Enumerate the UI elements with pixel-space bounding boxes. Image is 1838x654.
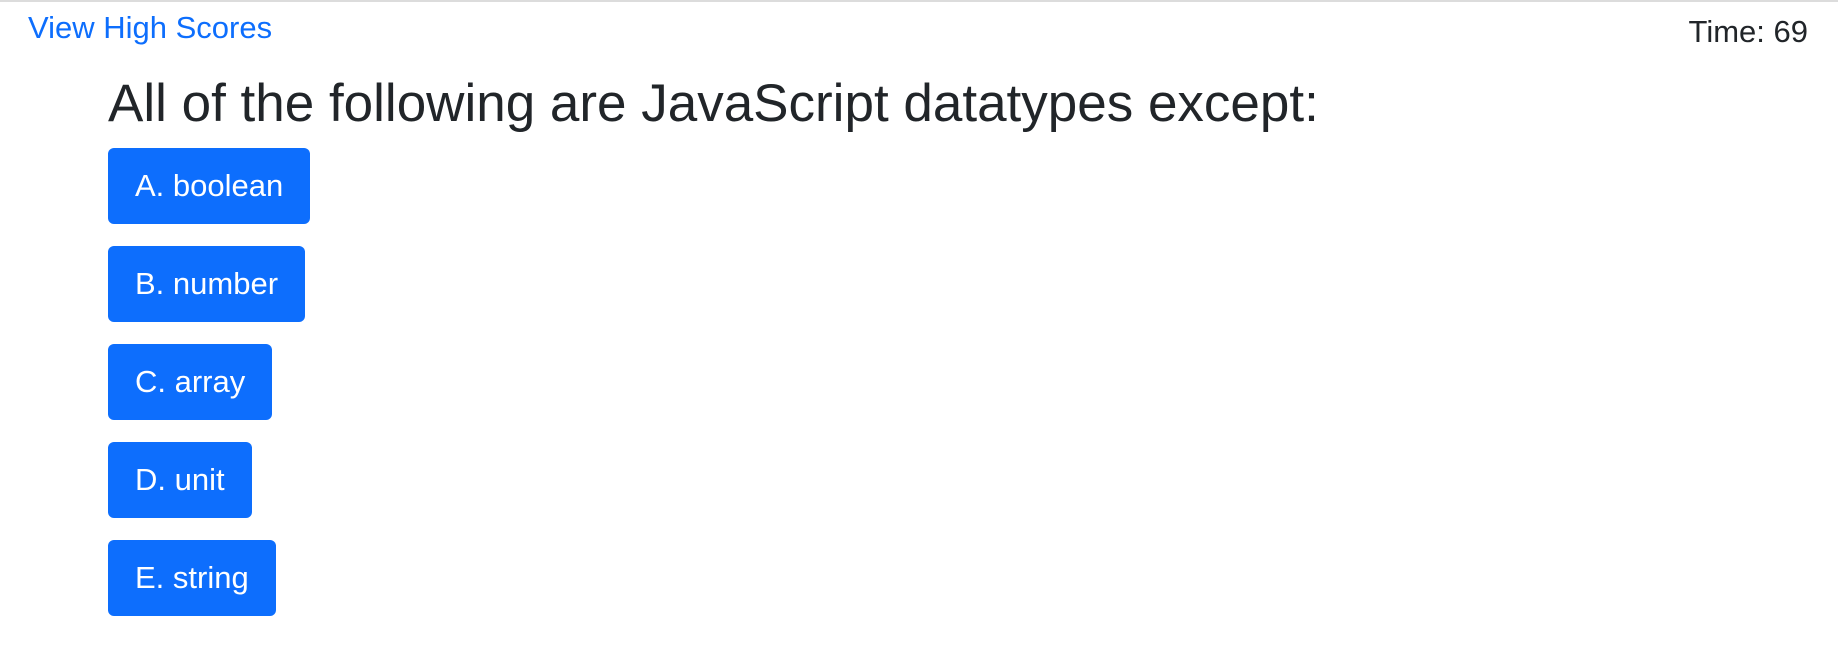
view-high-scores-link[interactable]: View High Scores bbox=[28, 10, 272, 46]
question-title: All of the following are JavaScript data… bbox=[108, 74, 1319, 133]
choice-b-button[interactable]: B. number bbox=[108, 246, 306, 322]
timer-display: Time: 69 bbox=[1688, 14, 1808, 49]
quiz-container: All of the following are JavaScript data… bbox=[108, 72, 1319, 616]
choice-c-button[interactable]: C. array bbox=[108, 344, 273, 420]
choice-e-button[interactable]: E. string bbox=[108, 540, 276, 616]
quiz-page: View High Scores Time: 69 All of the fol… bbox=[0, 0, 1838, 654]
choice-a-button[interactable]: A. boolean bbox=[108, 148, 311, 224]
choice-list: A. boolean B. number C. array D. unit E.… bbox=[108, 148, 1319, 616]
choice-d-button[interactable]: D. unit bbox=[108, 442, 252, 518]
top-bar: View High Scores Time: 69 bbox=[0, 2, 1838, 62]
